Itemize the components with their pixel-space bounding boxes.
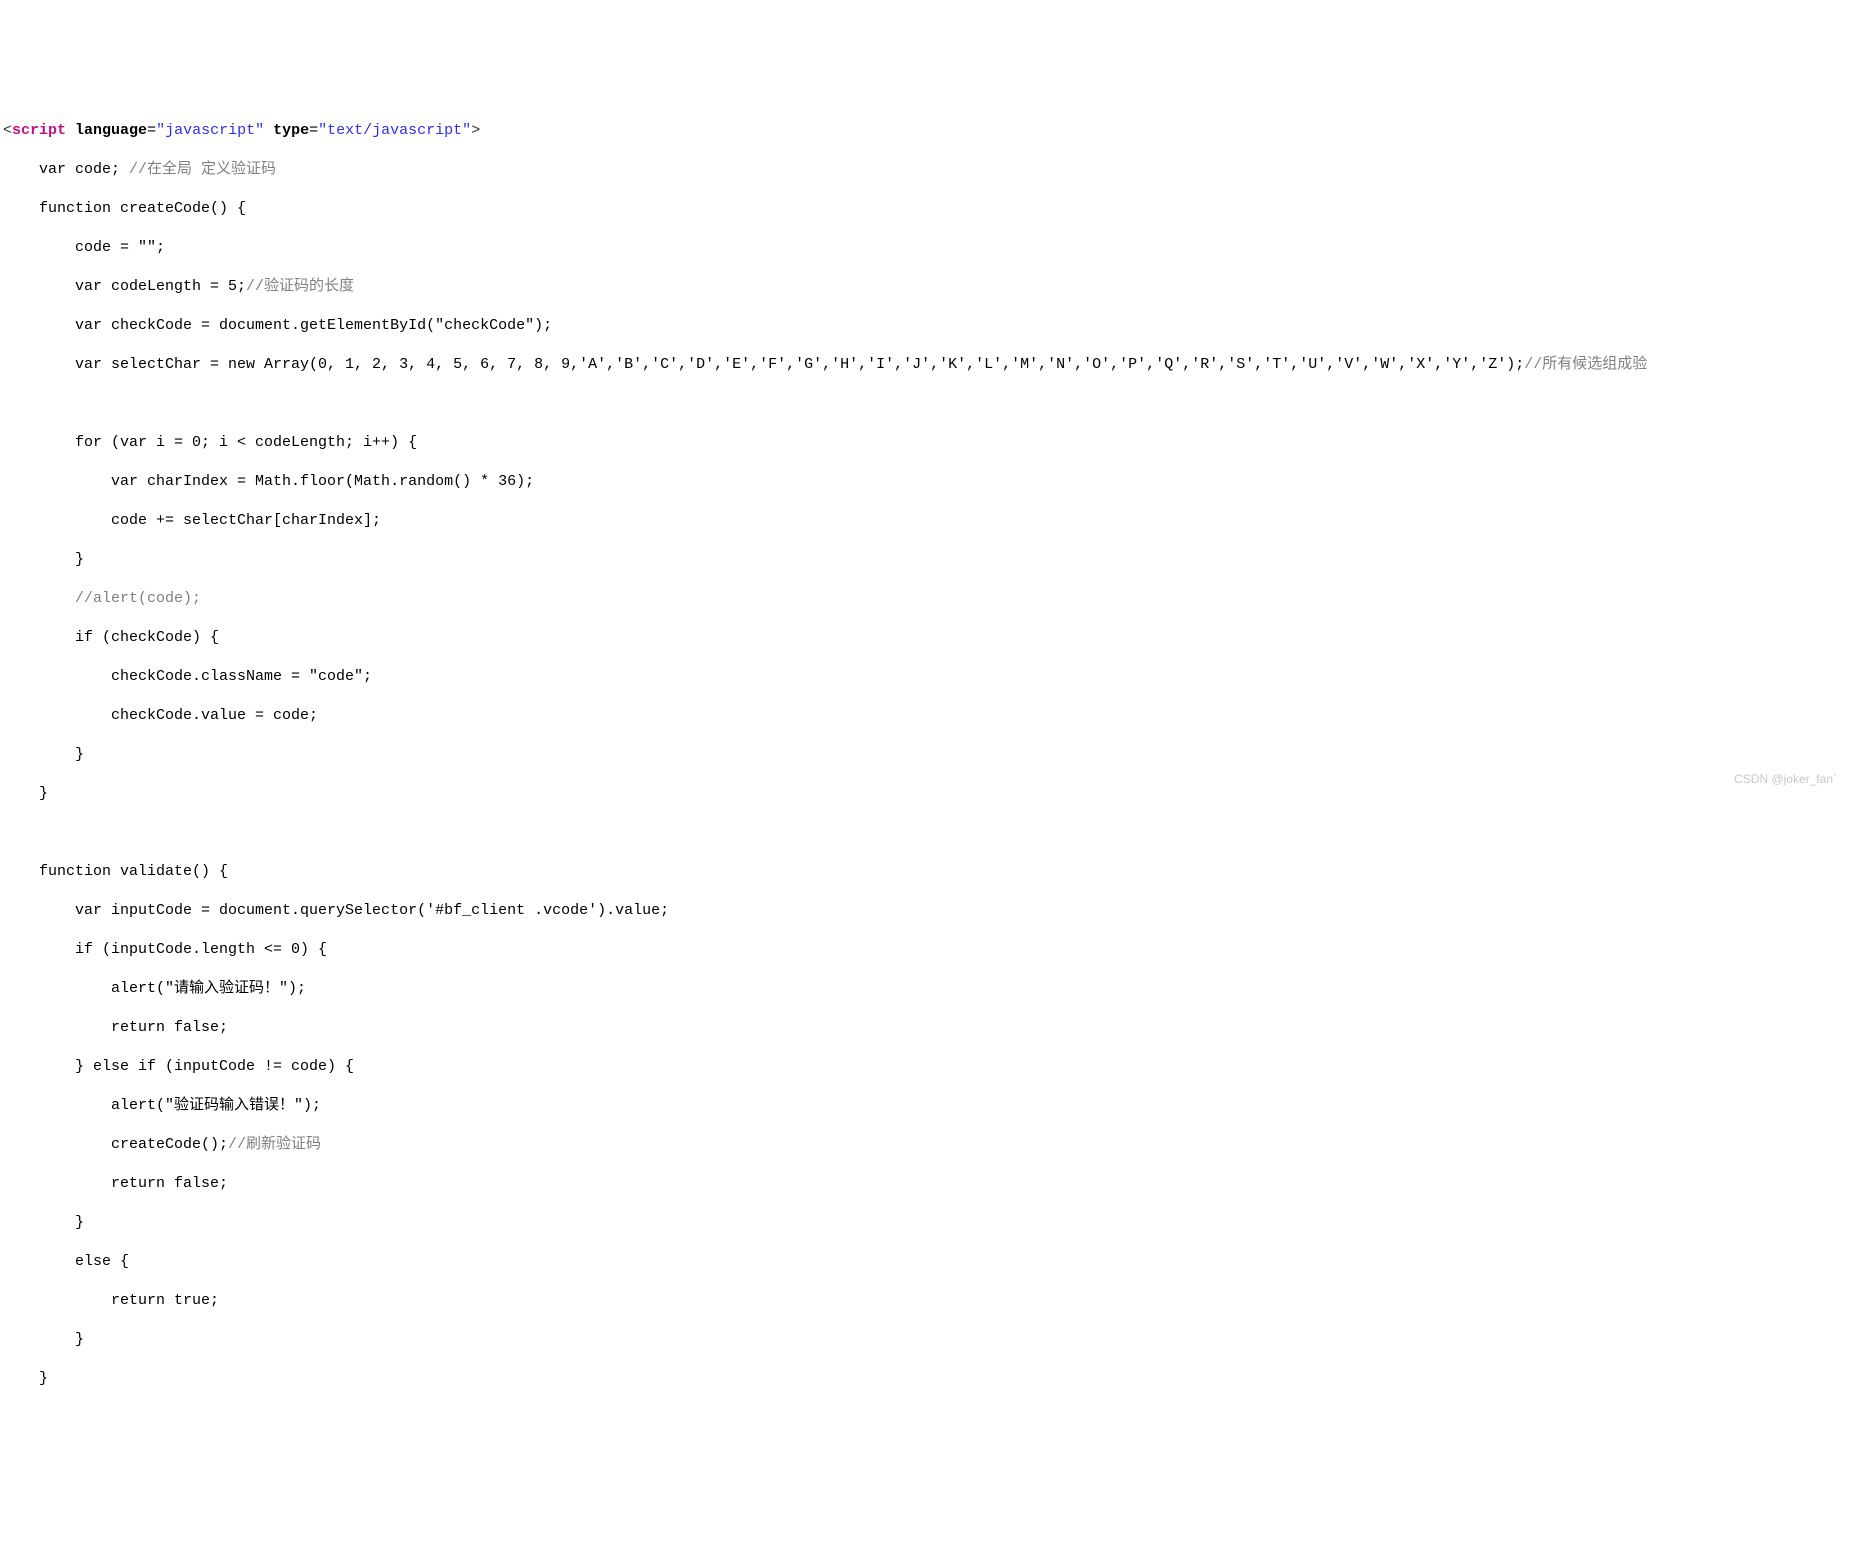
code-comment: //在全局 定义验证码 bbox=[129, 161, 276, 178]
code-text: var code; bbox=[3, 161, 129, 178]
code-line: } bbox=[0, 1330, 1849, 1350]
attr-language-value: "javascript" bbox=[156, 122, 264, 139]
code-line: <script language="javascript" type="text… bbox=[0, 121, 1849, 141]
code-text: var selectChar = new Array(0, 1, 2, 3, 4… bbox=[3, 356, 1524, 373]
code-line: var code; //在全局 定义验证码 bbox=[0, 160, 1849, 180]
code-text: var codeLength = 5; bbox=[3, 278, 246, 295]
code-line: checkCode.value = code; bbox=[0, 706, 1849, 726]
code-line: var inputCode = document.querySelector('… bbox=[0, 901, 1849, 921]
attr-eq: = bbox=[309, 122, 318, 139]
code-line: else { bbox=[0, 1252, 1849, 1272]
code-line: } else if (inputCode != code) { bbox=[0, 1057, 1849, 1077]
tag-open-bracket: < bbox=[3, 122, 12, 139]
code-line: if (inputCode.length <= 0) { bbox=[0, 940, 1849, 960]
code-line: var selectChar = new Array(0, 1, 2, 3, 4… bbox=[0, 355, 1849, 375]
code-comment: //所有候选组成验 bbox=[1524, 356, 1647, 373]
code-line bbox=[0, 394, 1849, 414]
code-line: function createCode() { bbox=[0, 199, 1849, 219]
code-line: for (var i = 0; i < codeLength; i++) { bbox=[0, 433, 1849, 453]
code-line: } bbox=[0, 784, 1849, 804]
code-line: alert("验证码输入错误！"); bbox=[0, 1096, 1849, 1116]
attr-language-name: language bbox=[75, 122, 147, 139]
attr-type-name: type bbox=[273, 122, 309, 139]
code-text: createCode(); bbox=[3, 1136, 228, 1153]
code-line: function validate() { bbox=[0, 862, 1849, 882]
code-line: } bbox=[0, 1369, 1849, 1389]
code-line: } bbox=[0, 745, 1849, 765]
tag-close-bracket: > bbox=[471, 122, 480, 139]
attr-eq: = bbox=[147, 122, 156, 139]
code-block: <script language="javascript" type="text… bbox=[0, 98, 1849, 1409]
code-line: var checkCode = document.getElementById(… bbox=[0, 316, 1849, 336]
code-line: alert("请输入验证码！"); bbox=[0, 979, 1849, 999]
code-line: return false; bbox=[0, 1174, 1849, 1194]
code-line: } bbox=[0, 550, 1849, 570]
code-comment: //验证码的长度 bbox=[246, 278, 354, 295]
code-line: var codeLength = 5;//验证码的长度 bbox=[0, 277, 1849, 297]
code-line: return true; bbox=[0, 1291, 1849, 1311]
code-line: code = ""; bbox=[0, 238, 1849, 258]
code-line: } bbox=[0, 1213, 1849, 1233]
code-line: code += selectChar[charIndex]; bbox=[0, 511, 1849, 531]
code-line: checkCode.className = "code"; bbox=[0, 667, 1849, 687]
code-line: return false; bbox=[0, 1018, 1849, 1038]
code-line bbox=[0, 823, 1849, 843]
code-comment: //刷新验证码 bbox=[228, 1136, 321, 1153]
code-line: createCode();//刷新验证码 bbox=[0, 1135, 1849, 1155]
tag-name: script bbox=[12, 122, 66, 139]
code-line: if (checkCode) { bbox=[0, 628, 1849, 648]
attr-type-value: "text/javascript" bbox=[318, 122, 471, 139]
code-line: var charIndex = Math.floor(Math.random()… bbox=[0, 472, 1849, 492]
code-line: //alert(code); bbox=[0, 589, 1849, 609]
